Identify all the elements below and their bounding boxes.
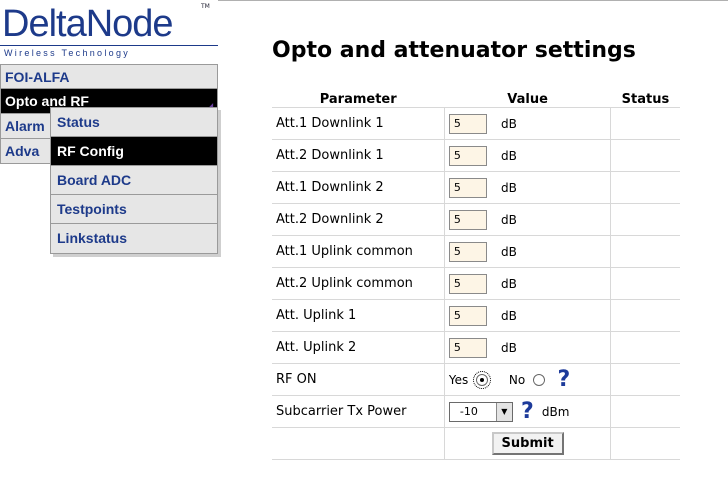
- submenu-item-rf-config[interactable]: RF Config: [51, 137, 217, 166]
- trademark-mark: TM: [201, 3, 210, 10]
- status-cell: [610, 171, 680, 204]
- logo-brand: DeltaNode: [2, 3, 174, 45]
- status-cell: [610, 139, 680, 172]
- unit-label: dB: [501, 340, 517, 355]
- header-value: Value: [444, 91, 611, 108]
- table-row: Att.1 Downlink 1 dB: [272, 107, 680, 140]
- menu-item-label: Alarm: [5, 118, 45, 134]
- rf-on-no-radio[interactable]: [533, 373, 546, 386]
- settings-table: Parameter Value Status Att.1 Downlink 1 …: [272, 91, 680, 460]
- value-cell: -10 ▼ ? dBm: [443, 395, 612, 428]
- status-cell: [610, 427, 680, 460]
- value-cell: dB: [443, 299, 612, 332]
- submenu-item-status[interactable]: Status: [51, 108, 217, 137]
- dropdown-arrow-icon[interactable]: ▼: [495, 402, 512, 421]
- table-row: Att.2 Downlink 2 dB: [272, 203, 680, 236]
- menu-item-foi-alfa[interactable]: FOI-ALFA: [0, 64, 218, 89]
- table-row: Att. Uplink 2 dB: [272, 331, 680, 364]
- att1-uplink-common-input[interactable]: [448, 241, 487, 262]
- submenu-item-testpoints[interactable]: Testpoints: [51, 195, 217, 224]
- table-row: RF ON Yes No ?: [272, 363, 680, 396]
- att2-uplink-common-input[interactable]: [448, 273, 487, 294]
- param-label: Att. Uplink 2: [272, 331, 445, 364]
- help-icon[interactable]: ?: [558, 367, 571, 392]
- param-label: Att. Uplink 1: [272, 299, 445, 332]
- header-status: Status: [610, 91, 680, 108]
- status-cell: [610, 395, 680, 428]
- att-uplink1-input[interactable]: [448, 305, 487, 326]
- value-cell: dB: [443, 139, 612, 172]
- rf-on-no-label: No: [508, 372, 526, 387]
- top-divider: [218, 0, 728, 1]
- table-row: Submit: [272, 427, 680, 460]
- att-uplink2-input[interactable]: [448, 337, 487, 358]
- status-cell: [610, 267, 680, 300]
- param-label: Subcarrier Tx Power: [272, 395, 445, 428]
- table-row: Att.1 Downlink 2 dB: [272, 171, 680, 204]
- page-title: Opto and attenuator settings: [272, 38, 636, 63]
- param-label: Att.2 Uplink common: [272, 267, 445, 300]
- rf-on-yes-radio[interactable]: [473, 370, 492, 389]
- param-label: Att.2 Downlink 2: [272, 203, 445, 236]
- table-row: Att. Uplink 1 dB: [272, 299, 680, 332]
- unit-label: dB: [501, 308, 517, 323]
- submenu-item-board-adc[interactable]: Board ADC: [51, 166, 217, 195]
- param-label: Att.1 Downlink 1: [272, 107, 445, 140]
- rf-on-yes-label: Yes: [448, 372, 469, 387]
- logo: TM DeltaNode Wireless Technology: [0, 0, 218, 64]
- menu-item-label: FOI-ALFA: [5, 69, 70, 85]
- att2-downlink2-input[interactable]: [448, 209, 487, 230]
- select-value: -10: [459, 404, 478, 418]
- logo-tagline: Wireless Technology: [4, 48, 131, 58]
- header-parameter: Parameter: [272, 91, 445, 108]
- unit-label: dB: [501, 212, 517, 227]
- table-row: Att.2 Downlink 1 dB: [272, 139, 680, 172]
- table-row: Att.2 Uplink common dB: [272, 267, 680, 300]
- unit-label: dBm: [541, 404, 570, 419]
- empty-cell: [272, 427, 445, 460]
- table-row: Subcarrier Tx Power -10 ▼ ? dBm: [272, 395, 680, 428]
- value-cell: dB: [443, 331, 612, 364]
- status-cell: [610, 363, 680, 396]
- param-label: Att.1 Uplink common: [272, 235, 445, 268]
- param-label: Att.2 Downlink 1: [272, 139, 445, 172]
- unit-label: dB: [501, 148, 517, 163]
- submit-cell: Submit: [443, 427, 612, 460]
- value-cell: dB: [443, 267, 612, 300]
- value-cell: dB: [443, 235, 612, 268]
- unit-label: dB: [501, 244, 517, 259]
- status-cell: [610, 107, 680, 140]
- status-cell: [610, 235, 680, 268]
- unit-label: dB: [501, 276, 517, 291]
- subcarrier-power-select[interactable]: -10 ▼: [448, 401, 513, 422]
- submit-button[interactable]: Submit: [491, 432, 564, 455]
- unit-label: dB: [501, 180, 517, 195]
- att1-downlink2-input[interactable]: [448, 177, 487, 198]
- help-icon[interactable]: ?: [521, 399, 534, 424]
- table-row: Att.1 Uplink common dB: [272, 235, 680, 268]
- logo-underline: [0, 45, 218, 46]
- value-cell: dB: [443, 171, 612, 204]
- submenu-item-linkstatus[interactable]: Linkstatus: [51, 224, 217, 253]
- table-header-row: Parameter Value Status: [272, 91, 680, 108]
- opto-rf-submenu: Status RF Config Board ADC Testpoints Li…: [50, 107, 218, 254]
- value-cell: dB: [443, 203, 612, 236]
- att2-downlink1-input[interactable]: [448, 145, 487, 166]
- status-cell: [610, 331, 680, 364]
- menu-item-label: Adva: [5, 143, 40, 159]
- param-label: Att.1 Downlink 2: [272, 171, 445, 204]
- att1-downlink1-input[interactable]: [448, 113, 487, 134]
- status-cell: [610, 203, 680, 236]
- value-cell: Yes No ?: [443, 363, 612, 396]
- status-cell: [610, 299, 680, 332]
- param-label: RF ON: [272, 363, 445, 396]
- unit-label: dB: [501, 116, 517, 131]
- value-cell: dB: [443, 107, 612, 140]
